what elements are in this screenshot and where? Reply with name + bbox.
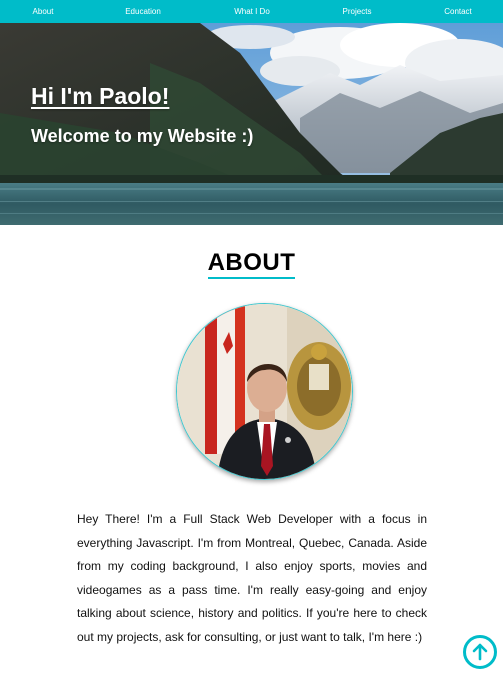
profile-photo-image xyxy=(177,304,352,479)
nav-link-projects[interactable]: Projects xyxy=(343,0,372,23)
hero-title: Hi I'm Paolo! xyxy=(31,83,170,109)
nav-link-education[interactable]: Education xyxy=(125,0,161,23)
nav-link-contact[interactable]: Contact xyxy=(444,0,472,23)
about-bio-paragraph: Hey There! I'm a Full Stack Web Develope… xyxy=(77,512,427,644)
about-heading-wrapper: ABOUT xyxy=(0,249,503,279)
hero-banner: Hi I'm Paolo! Welcome to my Website :) xyxy=(0,23,503,225)
nav-link-about[interactable]: About xyxy=(33,0,54,23)
arrow-up-circle-icon xyxy=(472,643,488,661)
about-heading: ABOUT xyxy=(207,249,296,279)
top-navigation-bar: About Education What I Do Projects Conta… xyxy=(0,0,503,23)
nav-link-what-i-do[interactable]: What I Do xyxy=(234,0,270,23)
scroll-to-top-button[interactable] xyxy=(463,635,497,669)
hero-subtitle: Welcome to my Website :) xyxy=(31,126,254,146)
profile-photo xyxy=(176,303,353,480)
hero-landscape-image xyxy=(0,23,503,225)
